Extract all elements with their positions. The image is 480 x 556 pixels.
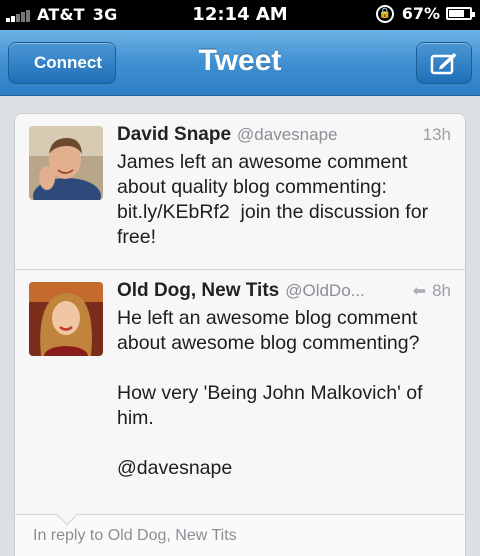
navigation-bar: Connect Tweet: [0, 30, 480, 96]
page-title: Tweet: [198, 44, 282, 77]
tweet-header: Old Dog, New Tits @OldDo... ⬅ 8h: [117, 280, 451, 302]
avatar[interactable]: [29, 126, 103, 200]
author-name[interactable]: Old Dog, New Tits: [117, 280, 279, 302]
author-handle[interactable]: @davesnape: [237, 125, 337, 145]
compose-icon: [430, 53, 457, 75]
timestamp-text: 8h: [432, 281, 451, 300]
tweet-text: James left an awesome comment about qual…: [117, 151, 434, 248]
tweet-body: David Snape @davesnape 13h James left an…: [117, 124, 451, 250]
battery-icon: [446, 7, 475, 20]
conversation-card: David Snape @davesnape 13h James left an…: [14, 113, 466, 556]
timestamp-text: 13h: [422, 125, 451, 144]
author-name[interactable]: David Snape: [117, 124, 231, 146]
reply-arrow-icon: ⬅: [412, 283, 427, 300]
tweet-timestamp: 13h: [423, 125, 451, 145]
status-right: 🔒 67%: [375, 4, 475, 23]
in-reply-to-label: In reply to Old Dog, New Tits: [33, 527, 237, 544]
rotation-lock-icon: 🔒: [375, 4, 394, 23]
tweet-header: David Snape @davesnape 13h: [117, 124, 451, 146]
in-reply-to-bar[interactable]: In reply to Old Dog, New Tits: [15, 502, 465, 556]
status-bar: AT&T 3G 12:14 AM 🔒 67%: [0, 0, 480, 30]
tweet-text: He left an awesome blog comment about aw…: [117, 307, 423, 479]
tweet[interactable]: Old Dog, New Tits @OldDo... ⬅ 8h He left…: [15, 270, 465, 514]
battery-percent: 67%: [401, 4, 440, 23]
tweet-timestamp: ⬅ 8h: [413, 281, 451, 301]
tweet-body: Old Dog, New Tits @OldDo... ⬅ 8h He left…: [117, 280, 451, 481]
tweet[interactable]: David Snape @davesnape 13h James left an…: [15, 114, 465, 270]
tweet-detail: David Snape @davesnape 13h James left an…: [0, 97, 480, 556]
compose-button[interactable]: [416, 42, 472, 84]
avatar[interactable]: [29, 282, 103, 356]
author-handle[interactable]: @OldDo...: [285, 281, 365, 301]
